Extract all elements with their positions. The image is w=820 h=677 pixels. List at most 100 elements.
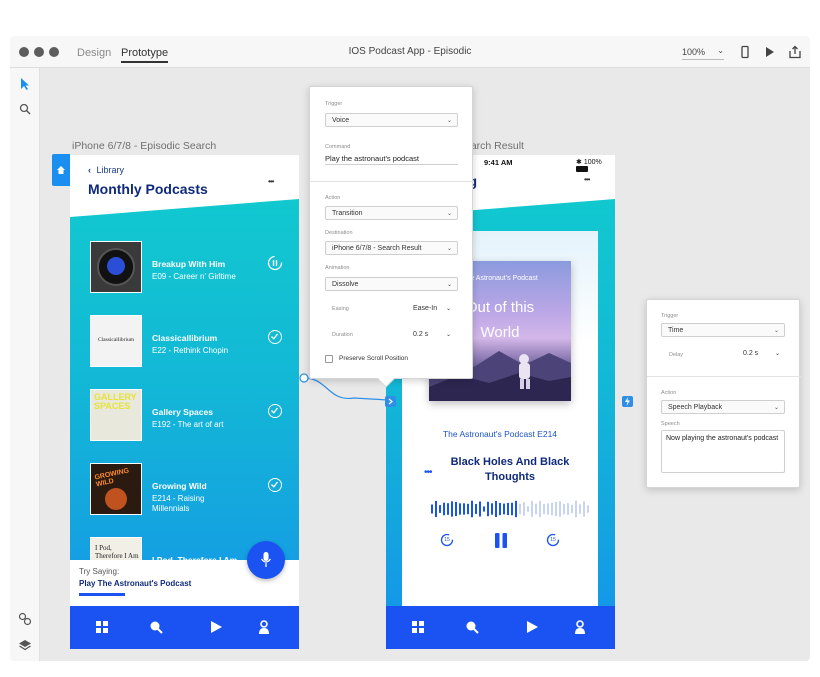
lightning-icon xyxy=(625,397,630,406)
episode-label: The Astronaut's Podcast E214 xyxy=(442,429,558,439)
audio-waveform[interactable] xyxy=(431,498,597,520)
voice-progress-bar xyxy=(79,593,125,596)
item-subtitle: E192 - The art of art xyxy=(152,420,224,429)
components-icon[interactable] xyxy=(18,612,32,626)
trigger-select[interactable]: Voice ⌄ xyxy=(325,113,458,127)
waveform-bar xyxy=(479,501,481,517)
pause-progress-icon[interactable] xyxy=(267,255,283,271)
arrow-right-icon xyxy=(388,398,393,405)
interaction-popover: Trigger Voice ⌄ Command Play the astrona… xyxy=(309,86,474,379)
artboard-label-search[interactable]: iPhone 6/7/8 - Episodic Search xyxy=(72,140,216,152)
search-tab-icon[interactable] xyxy=(148,619,164,635)
bluetooth-icon: ✱ xyxy=(576,159,582,166)
list-item[interactable]: Breakup With Him E09 - Career n' Girltim… xyxy=(70,241,299,297)
waveform-bar xyxy=(495,501,497,517)
waveform-bar xyxy=(551,502,553,516)
skip-forward-seconds: 15 xyxy=(550,537,556,543)
grid-tab-icon[interactable] xyxy=(94,619,110,635)
animation-select[interactable]: Dissolve ⌄ xyxy=(325,277,458,291)
waveform-bar xyxy=(587,505,589,513)
chevron-down-icon[interactable]: ⌄ xyxy=(446,305,451,312)
list-item[interactable]: GROWING WILD Growing Wild E214 - Raising… xyxy=(70,463,299,519)
thumbnail-classicallibrium: Classicallibrium xyxy=(90,315,142,367)
battery-icon xyxy=(576,166,588,173)
tab-bar xyxy=(70,606,299,649)
waveform-bar xyxy=(431,504,433,514)
waveform-bar xyxy=(535,503,537,515)
chevron-down-icon: ⌄ xyxy=(446,246,452,252)
voice-mic-button[interactable] xyxy=(247,541,285,579)
easing-select[interactable]: Ease-In xyxy=(413,305,437,312)
waveform-bar xyxy=(575,500,577,518)
artboard-canvas[interactable]: iPhone 6/7/8 - Episodic Search earch Res… xyxy=(40,68,810,661)
app-window: Design Prototype IOS Podcast App - Episo… xyxy=(10,36,810,661)
waveform-bar xyxy=(507,502,509,516)
action-select[interactable]: Transition ⌄ xyxy=(325,206,458,220)
connector-handle-arrow[interactable] xyxy=(385,396,396,407)
home-artboard-marker[interactable] xyxy=(52,154,70,186)
preserve-scroll-checkbox[interactable] xyxy=(325,355,333,363)
zoom-select[interactable]: 100% ⌄ xyxy=(682,46,724,60)
play-tab-icon[interactable] xyxy=(208,619,224,635)
page-title: Monthly Podcasts xyxy=(88,181,208,197)
preserve-scroll-label: Preserve Scroll Position xyxy=(339,355,408,362)
status-battery: ✱ 100% xyxy=(576,158,615,173)
search-tab-icon[interactable] xyxy=(464,619,480,635)
chevron-down-icon[interactable]: ⌄ xyxy=(775,350,780,357)
check-icon xyxy=(268,404,282,418)
more-options-icon[interactable]: ••• xyxy=(584,175,590,184)
destination-label: Destination xyxy=(325,230,353,236)
search-tool-icon[interactable] xyxy=(19,103,31,115)
select-tool-icon[interactable] xyxy=(19,77,31,91)
skip-back-seconds: 15 xyxy=(444,537,450,543)
animation-label: Animation xyxy=(325,265,350,271)
action-label: Action xyxy=(325,195,341,201)
status-time: 9:41 AM xyxy=(484,158,513,167)
waveform-bar xyxy=(483,506,485,512)
time-trigger-handle[interactable] xyxy=(622,396,633,407)
trigger-label: Trigger xyxy=(325,101,343,107)
delay-label: Delay xyxy=(669,352,684,358)
skip-back-button[interactable]: 15 xyxy=(440,533,454,547)
back-link[interactable]: ‹ Library xyxy=(88,165,124,175)
tab-bar xyxy=(386,606,615,649)
layers-icon[interactable] xyxy=(18,638,32,652)
speech-textarea[interactable]: Now playing the astronaut's podcast xyxy=(661,430,785,473)
episode-options-icon[interactable]: ••• xyxy=(424,467,432,478)
waveform-bar xyxy=(435,500,437,518)
duration-label: Duration xyxy=(332,332,353,338)
item-title: Classicallibrium xyxy=(152,333,218,343)
title-bar: Design Prototype IOS Podcast App - Episo… xyxy=(10,36,810,68)
list-item[interactable]: Classicallibrium Classicallibrium E22 - … xyxy=(70,315,299,371)
action-select[interactable]: Speech Playback ⌄ xyxy=(661,400,785,414)
waveform-bar xyxy=(539,501,541,517)
delay-select[interactable]: 0.2 s xyxy=(743,350,758,357)
trigger-select[interactable]: Time ⌄ xyxy=(661,323,785,337)
command-field[interactable]: Play the astronaut's podcast xyxy=(325,151,458,165)
play-tab-icon[interactable] xyxy=(524,619,540,635)
profile-tab-icon[interactable] xyxy=(572,619,588,635)
device-preview-icon[interactable] xyxy=(738,45,752,59)
waveform-bar xyxy=(447,503,449,515)
play-preview-icon[interactable] xyxy=(762,45,776,59)
list-item[interactable]: GALLERY SPACES Gallery Spaces E192 - The… xyxy=(70,389,299,445)
waveform-bar xyxy=(527,506,529,512)
pause-button[interactable] xyxy=(493,532,509,549)
profile-tab-icon[interactable] xyxy=(256,619,272,635)
duration-select[interactable]: 0.2 s xyxy=(413,331,428,338)
waveform-bar xyxy=(519,503,521,515)
share-icon[interactable] xyxy=(788,45,802,59)
phone-episodic-search: ‹ Library Monthly Podcasts ••• Breakup W… xyxy=(70,155,299,649)
grid-tab-icon[interactable] xyxy=(410,619,426,635)
waveform-bar xyxy=(463,503,465,515)
waveform-bar xyxy=(559,501,561,517)
thumbnail-breakup xyxy=(90,241,142,293)
skip-forward-button[interactable]: 15 xyxy=(546,533,560,547)
chevron-down-icon[interactable]: ⌄ xyxy=(446,331,451,338)
waveform-bar xyxy=(491,503,493,515)
thumbnail-gallery-spaces: GALLERY SPACES xyxy=(90,389,142,441)
artboard-label-result[interactable]: earch Result xyxy=(465,140,524,152)
more-options-icon[interactable]: ••• xyxy=(268,177,274,186)
easing-label: Easing xyxy=(332,306,349,312)
destination-select[interactable]: iPhone 6/7/8 - Search Result ⌄ xyxy=(325,241,458,255)
